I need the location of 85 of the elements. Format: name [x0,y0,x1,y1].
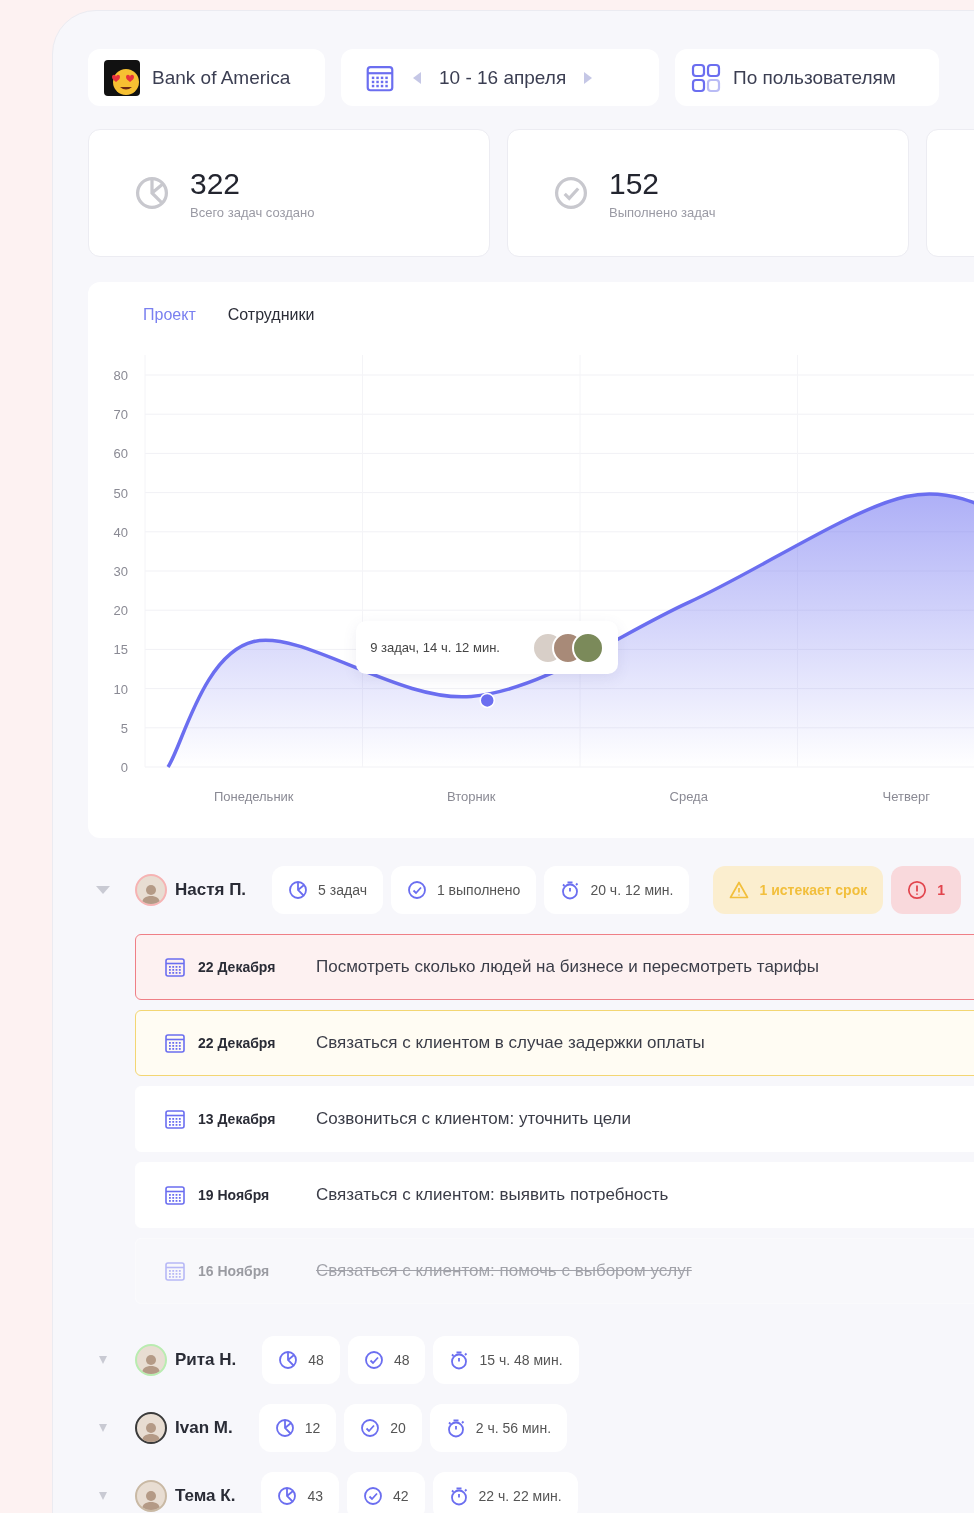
stat-chip: 43 [261,1472,339,1513]
x-axis-label: Среда [669,789,708,804]
task-row[interactable]: 22 Декабря Посмотреть сколько людей на бизнесе и пересмотреть тарифы [135,934,974,1000]
stopwatch-icon [448,1486,469,1506]
stat-label: Всего задач создано [190,204,315,220]
stat-value: 152 [609,166,661,201]
next-arrow-icon[interactable] [584,71,593,84]
y-axis-label: 0 [120,760,128,775]
y-axis-label: 5 [120,720,128,736]
x-axis-label: Понедельник [213,789,294,804]
check-circle-icon [406,880,427,900]
data-point[interactable] [479,692,495,709]
check-circle-icon [363,1486,383,1506]
stopwatch-icon [560,880,581,900]
pie-chart-icon [274,1418,295,1438]
y-axis-label: 60 [113,446,128,462]
check-circle-icon [553,175,589,211]
stat-chip: 20 [344,1404,422,1452]
employee-name: Тема К. [175,1486,236,1506]
stat-chip: 22 ч. 22 мин. [432,1472,578,1513]
previous-arrow-icon[interactable] [413,71,421,84]
employee-name: Ivan M. [175,1418,233,1438]
pie-chart-icon [134,175,170,211]
task-row[interactable]: 19 Ноября Связаться с клиентом: выявить потребность [135,1162,974,1228]
task-title: Связаться с клиентом в случае задержки оплаты [316,1033,705,1053]
stat-chip: 42 [347,1472,425,1513]
y-axis-label: 80 [113,368,128,383]
stat-chip: 5 задач [272,866,383,914]
task-row[interactable]: 22 Декабря Связаться с клиентом в случае задержки оплаты [135,1010,974,1076]
x-axis-label: Четверг [882,789,930,804]
y-axis-label: 70 [113,407,128,423]
check-circle-icon [363,1350,384,1370]
task-row[interactable]: 13 Декабря Созвониться с клиентом: уточнить цели [135,1086,974,1152]
stat-chip: 48 [262,1336,340,1384]
date-range-picker[interactable]: 10 - 16 апреля [341,49,659,106]
alert-circle-icon [907,880,928,900]
y-axis-label: 15 [113,642,128,658]
calendar-icon [164,1108,186,1130]
calendar-icon [164,1260,186,1282]
y-axis-label: 40 [113,524,128,540]
stat-value: 322 [190,166,242,201]
task-date: 22 Декабря [198,959,277,975]
employee-name: Настя П. [175,880,247,900]
warning-icon [729,880,750,900]
y-axis-label: 50 [113,485,128,501]
pie-chart-icon [288,880,309,900]
stat-label: Выполнено задач [609,204,716,220]
tooltip-text: 9 задач, 14 ч. 12 мин. [370,640,500,656]
task-title: Связаться с клиентом: выявить потребность [316,1185,669,1205]
task-title: Связаться с клиентом: помочь с выбором услуг [316,1261,692,1281]
check-circle-icon [360,1418,381,1438]
stat-chip: 12 [258,1404,337,1452]
company-selector[interactable]: Bank of America [88,49,325,106]
y-axis-label: 20 [113,603,128,619]
y-axis-label: 30 [113,564,128,579]
calendar-icon [164,1184,186,1206]
company-name: Bank of America [152,66,291,89]
logo-icon [104,59,140,96]
deadline-badge: 1 истекает срок [713,866,884,914]
grouping-selector[interactable]: По пользователям [675,49,939,106]
task-title: Созвониться с клиентом: уточнить цели [316,1109,631,1129]
grid-icon [691,62,721,93]
stat-chip: 15 ч. 48 мин. [433,1336,579,1384]
date-range: 10 - 16 апреля [439,66,567,89]
overdue-badge: 1 [891,866,961,914]
grouping-label: По пользователям [733,66,896,89]
stat-chip: 48 [347,1336,426,1384]
stat-chip: 20 ч. 12 мин. [544,866,690,914]
stat-chip: 1 выполнено [390,866,537,914]
task-date: 22 Декабря [198,1035,277,1051]
x-axis-label: Вторник [446,789,496,804]
task-date: 16 Ноября [198,1263,271,1279]
task-date: 19 Ноября [198,1187,271,1203]
task-title: Посмотреть сколько людей на бизнесе и пересмотреть тарифы [316,957,819,977]
employee-name: Рита Н. [175,1350,237,1370]
stopwatch-icon [445,1418,466,1438]
calendar-icon [164,1032,186,1054]
task-date: 13 Декабря [198,1111,277,1127]
stopwatch-icon [449,1350,470,1370]
stat-chip: 2 ч. 56 мин. [429,1404,568,1452]
calendar-icon [164,956,186,978]
pie-chart-icon [277,1486,298,1506]
tab[interactable]: Сотрудники [227,304,315,326]
pie-chart-icon [278,1350,299,1370]
y-axis-label: 10 [113,681,128,697]
